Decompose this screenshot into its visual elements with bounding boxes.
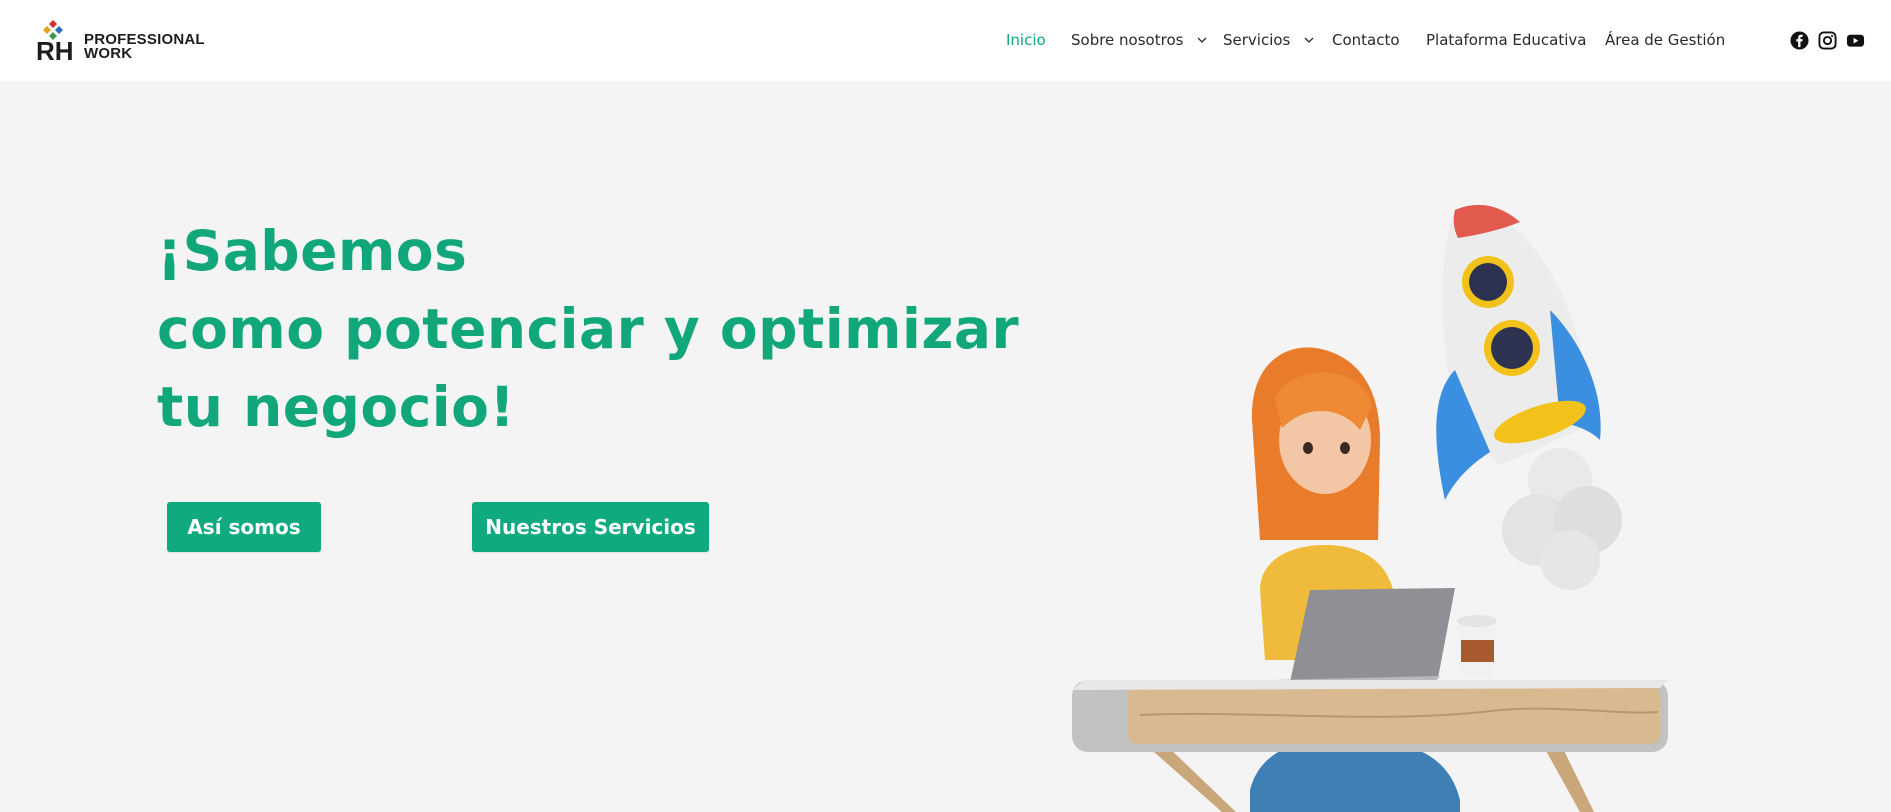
headline-line-1: ¡Sabemos — [157, 219, 468, 283]
nav-item-servicios[interactable]: Servicios — [1223, 31, 1314, 49]
facebook-icon[interactable] — [1790, 31, 1809, 50]
nav-item-sobre-nosotros[interactable]: Sobre nosotros — [1071, 31, 1207, 49]
services-button[interactable]: Nuestros Servicios — [472, 502, 709, 552]
logo-text: PROFESSIONAL WORK — [84, 31, 205, 62]
hero-headline: ¡Sabemos como potenciar y optimizar tu n… — [157, 212, 1019, 446]
chevron-down-icon — [1197, 37, 1207, 43]
nav-item-plataforma-educativa[interactable]: Plataforma Educativa — [1426, 31, 1586, 49]
chevron-down-icon — [1304, 37, 1314, 43]
logo-mark-icon: RH — [36, 20, 74, 62]
svg-text:RH: RH — [36, 36, 74, 62]
nav-item-contacto[interactable]: Contacto — [1332, 31, 1400, 49]
logo[interactable]: RH PROFESSIONAL WORK — [36, 18, 226, 66]
youtube-icon[interactable] — [1846, 31, 1865, 50]
coffee-cup-illustration — [1457, 615, 1497, 678]
about-us-button[interactable]: Así somos — [167, 502, 321, 552]
headline-line-3: tu negocio! — [157, 375, 516, 439]
headline-line-2: como potenciar y optimizar — [157, 297, 1020, 361]
rocket-illustration — [1436, 204, 1622, 590]
hero-illustration — [1072, 204, 1668, 812]
nav-item-area-de-gestion[interactable]: Área de Gestión — [1605, 31, 1725, 49]
site-header: RH PROFESSIONAL WORK Inicio Sobre nosotr… — [0, 0, 1891, 81]
instagram-icon[interactable] — [1818, 31, 1837, 50]
nav-item-inicio[interactable]: Inicio — [1006, 31, 1046, 49]
